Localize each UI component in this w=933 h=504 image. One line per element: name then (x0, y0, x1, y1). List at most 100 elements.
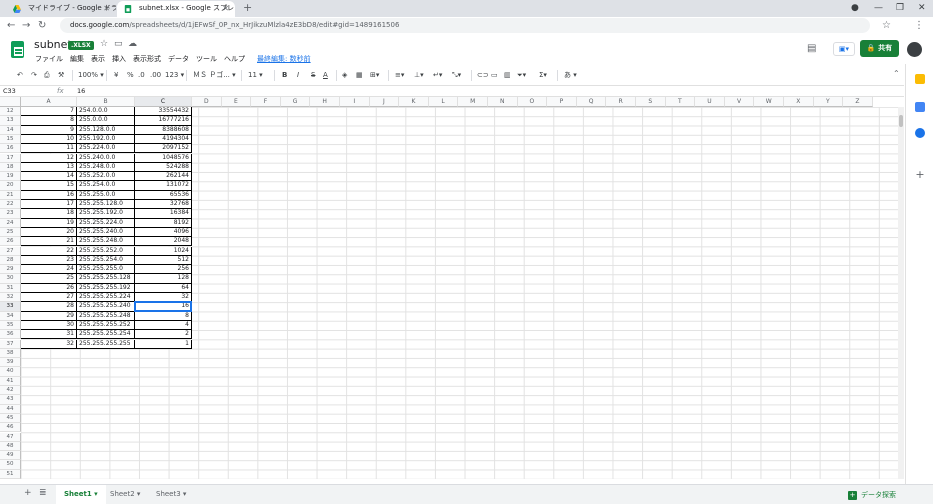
zoom-select[interactable]: 100% ▾ (78, 69, 104, 82)
calendar-icon[interactable] (915, 102, 925, 112)
font-select[interactable]: ＭＳ Ｐゴ... ▾ (193, 69, 236, 82)
row-header[interactable]: 45 (0, 413, 21, 424)
table-cell[interactable]: 255.255.255.254 (77, 330, 135, 340)
table-cell[interactable]: 8 (21, 116, 77, 126)
table-cell[interactable]: 128 (135, 274, 192, 284)
row-header[interactable]: 36 (0, 330, 21, 340)
collapse-menu-icon[interactable]: ⌃ (893, 69, 900, 78)
table-cell[interactable]: 2048 (135, 237, 192, 247)
table-cell[interactable]: 512 (135, 255, 192, 266)
table-cell[interactable]: 255.255.252.0 (77, 246, 135, 256)
column-header[interactable]: R (606, 97, 636, 107)
row-header[interactable]: 27 (0, 246, 21, 256)
table-cell[interactable]: 18 (21, 209, 77, 219)
share-button[interactable]: 🔒 共有 (860, 40, 899, 57)
add-addon-icon[interactable]: + (915, 169, 925, 180)
table-cell[interactable]: 13 (21, 162, 77, 173)
column-header[interactable]: Z (843, 97, 873, 107)
avatar[interactable] (907, 42, 922, 57)
column-header[interactable]: T (665, 97, 696, 107)
row-header[interactable]: 43 (0, 395, 21, 405)
table-cell[interactable]: 255.255.255.192 (77, 283, 135, 293)
row-header[interactable]: 48 (0, 441, 21, 452)
column-header[interactable]: D (192, 97, 222, 107)
table-cell[interactable]: 12 (21, 153, 77, 163)
menu-edit[interactable]: 編集 (70, 54, 84, 64)
browser-tab-sheets[interactable]: subnet.xlsx - Google スプレッドシー ✕ (117, 1, 235, 17)
column-header[interactable]: X (784, 97, 814, 107)
insert-comment-icon[interactable]: ▭ (491, 69, 498, 82)
table-cell[interactable]: 26 (21, 283, 77, 293)
table-cell[interactable]: 255.255.248.0 (77, 237, 135, 247)
row-header[interactable]: 20 (0, 181, 21, 191)
column-header[interactable]: S (636, 97, 666, 107)
table-cell[interactable]: 1 (135, 339, 192, 349)
borders-icon[interactable]: ▦ (356, 69, 363, 82)
row-header[interactable]: 50 (0, 460, 21, 470)
keep-icon[interactable] (915, 74, 925, 84)
row-header[interactable]: 14 (0, 125, 21, 135)
row-header[interactable]: 41 (0, 376, 21, 386)
column-header[interactable]: P (547, 97, 577, 107)
browser-menu-icon[interactable]: ⋮ (914, 17, 924, 34)
column-header[interactable]: L (428, 97, 459, 107)
vertical-align-icon[interactable]: ⊥▾ (414, 69, 424, 82)
table-cell[interactable]: 255.192.0.0 (77, 134, 135, 145)
table-cell[interactable]: 21 (21, 237, 77, 247)
row-header[interactable]: 28 (0, 255, 21, 266)
row-header[interactable]: 21 (0, 190, 21, 200)
menu-view[interactable]: 表示 (91, 54, 105, 64)
column-header[interactable]: Q (576, 97, 607, 107)
table-cell[interactable]: 11 (21, 144, 77, 154)
last-edit-link[interactable]: 最終編集: 数秒前 (257, 54, 311, 64)
table-cell[interactable]: 255.255.255.240 (77, 302, 135, 312)
column-header[interactable]: G (280, 97, 311, 107)
column-header[interactable]: N (488, 97, 518, 107)
column-header[interactable]: E (221, 97, 252, 107)
table-cell[interactable]: 65536 (135, 190, 192, 200)
column-header[interactable]: I (340, 97, 370, 107)
column-header[interactable]: A (21, 97, 77, 107)
column-header[interactable]: M (458, 97, 488, 107)
menu-format[interactable]: 表示形式 (133, 54, 161, 64)
table-cell[interactable]: 255.254.0.0 (77, 181, 135, 191)
table-cell[interactable]: 64 (135, 283, 192, 293)
strikethrough-button[interactable]: S (311, 69, 315, 82)
table-cell[interactable]: 33554432 (135, 107, 192, 117)
row-header[interactable]: 25 (0, 227, 21, 238)
table-cell[interactable]: 22 (21, 246, 77, 256)
bookmark-star-icon[interactable]: ☆ (882, 17, 891, 34)
table-cell[interactable]: 10 (21, 134, 77, 145)
merge-cells-icon[interactable]: ⊞▾ (370, 69, 379, 82)
table-cell[interactable]: 255.128.0.0 (77, 125, 135, 135)
table-cell[interactable]: 255.240.0.0 (77, 153, 135, 163)
italic-button[interactable]: I (297, 69, 299, 82)
print-icon[interactable]: ⎙ (44, 69, 50, 82)
vertical-scroll-thumb[interactable] (899, 115, 903, 127)
browser-tab-drive[interactable]: マイドライブ - Google ドライブ ✕ (6, 1, 116, 17)
close-tab-icon[interactable]: ✕ (222, 1, 229, 16)
menu-tools[interactable]: ツール (196, 54, 217, 64)
table-cell[interactable]: 9 (21, 125, 77, 135)
table-cell[interactable]: 8388608 (135, 125, 192, 135)
font-size-select[interactable]: 11 ▾ (248, 69, 263, 82)
table-cell[interactable]: 29 (21, 311, 77, 321)
table-cell[interactable]: 16 (21, 190, 77, 200)
table-cell[interactable]: 524288 (135, 162, 192, 173)
table-cell[interactable]: 2 (135, 330, 192, 340)
table-cell[interactable]: 255.252.0.0 (77, 172, 135, 182)
sheet-tab-1[interactable]: Sheet1 ▾ (56, 485, 106, 504)
doc-title[interactable]: subnet (34, 38, 72, 51)
add-sheet-icon[interactable]: + (24, 488, 32, 498)
row-header[interactable]: 19 (0, 172, 21, 182)
table-cell[interactable]: 255.255.254.0 (77, 255, 135, 266)
url-bar[interactable]: docs.google.com/spreadsheets/d/1jEFwSf_0… (60, 18, 870, 33)
table-cell[interactable]: 254.0.0.0 (77, 107, 135, 117)
row-header[interactable]: 22 (0, 200, 21, 210)
row-header[interactable]: 13 (0, 116, 21, 126)
decrease-decimal-button[interactable]: .0 (138, 69, 145, 82)
table-cell[interactable]: 19 (21, 218, 77, 228)
row-header[interactable]: 18 (0, 162, 21, 173)
row-header[interactable]: 31 (0, 283, 21, 293)
move-folder-icon[interactable]: ▭ (114, 39, 123, 49)
